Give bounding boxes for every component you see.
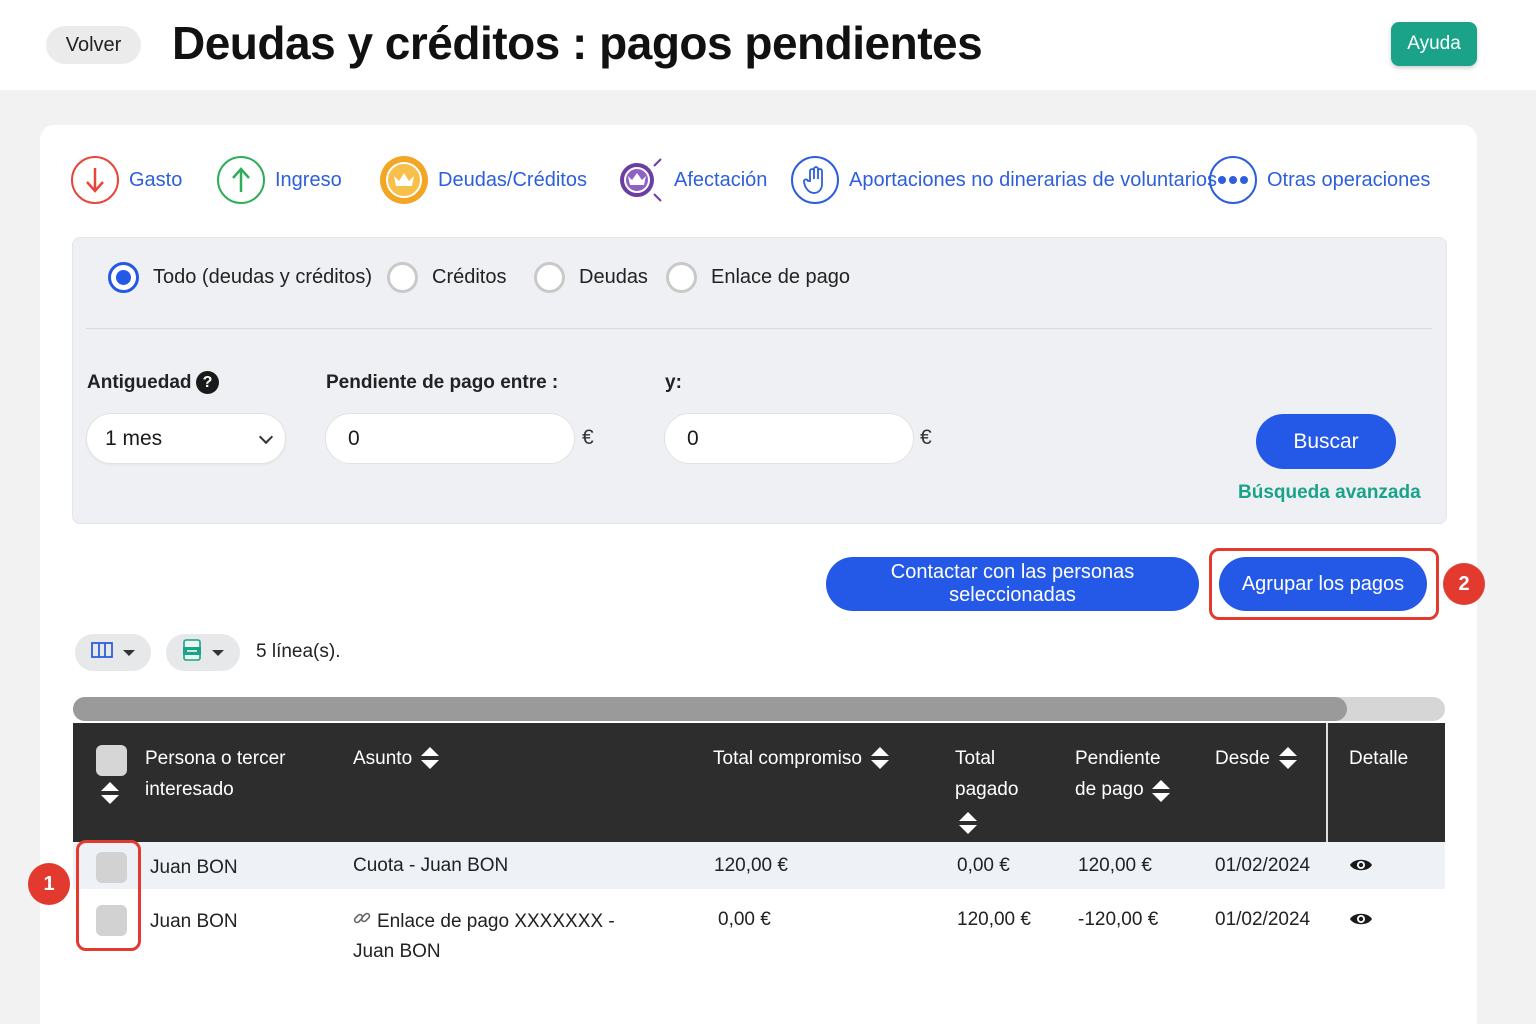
cell-subject: Enlace de pago XXXXXXX - Juan BON [353, 907, 653, 967]
tab-label: Aportaciones no dinerarias de voluntario… [849, 168, 1217, 191]
step-badge-2: 2 [1443, 563, 1485, 605]
cell-person: Juan BON [150, 857, 238, 878]
radio-enlace-de-pago[interactable]: Enlace de pago [666, 258, 850, 296]
tab-label: Gasto [129, 168, 183, 191]
tab-deudas-creditos[interactable]: Deudas/Créditos [380, 155, 587, 205]
more-dots-icon [1209, 156, 1257, 204]
column-header-subject[interactable]: Asunto [353, 743, 440, 774]
tab-label: Afectación [674, 168, 768, 191]
help-button[interactable]: Ayuda [1391, 22, 1477, 66]
tab-aportaciones[interactable]: Aportaciones no dinerarias de voluntario… [791, 155, 1217, 205]
tab-gasto[interactable]: Gasto [71, 155, 182, 205]
search-button[interactable]: Buscar [1256, 414, 1396, 469]
horizontal-scrollbar[interactable] [73, 697, 1445, 721]
link-icon [353, 907, 371, 937]
pending-min-input[interactable]: 0 [325, 413, 575, 464]
radio-button[interactable] [534, 261, 565, 293]
radio-label: Todo (deudas y créditos) [153, 265, 373, 288]
back-button[interactable]: Volver [46, 26, 141, 64]
radio-label: Créditos [432, 265, 507, 288]
tab-label: Deudas/Créditos [438, 168, 587, 191]
sort-icon[interactable] [1278, 746, 1298, 771]
subject-text: Enlace de pago XXXXXXX - Juan BON [353, 911, 615, 963]
arrow-up-icon [217, 156, 265, 204]
step-badge-1: 1 [28, 863, 70, 905]
and-label: y: [665, 372, 682, 393]
sort-icon[interactable] [420, 746, 440, 771]
cell-person: Juan BON [150, 911, 238, 932]
radio-todo[interactable]: Todo (deudas y créditos) [108, 258, 372, 296]
tab-label: Ingreso [275, 168, 342, 191]
columns-menu[interactable] [75, 634, 151, 671]
cell-since: 01/02/2024 [1215, 855, 1311, 876]
radio-creditos[interactable]: Créditos [387, 258, 506, 296]
column-header-label: Desde [1215, 748, 1270, 769]
spreadsheet-icon [182, 639, 202, 666]
column-header-detail: Detalle [1349, 748, 1409, 769]
column-header-label: Asunto [353, 748, 413, 769]
page-title: Deudas y créditos : pagos pendientes [172, 17, 983, 69]
export-menu[interactable] [166, 634, 240, 671]
radio-deudas[interactable]: Deudas [534, 258, 648, 296]
cell-since: 01/02/2024 [1215, 909, 1311, 930]
crown-arrows-icon [616, 156, 664, 204]
eye-icon[interactable] [1349, 911, 1373, 927]
pending-min-value: 0 [348, 426, 360, 450]
contact-selected-button[interactable]: Contactar con las personas seleccionadas [826, 557, 1199, 611]
age-select[interactable]: 1 mes [86, 413, 286, 464]
radio-label: Enlace de pago [711, 265, 851, 288]
currency-symbol: € [920, 426, 932, 449]
sort-paid-icon[interactable] [958, 808, 978, 839]
currency-symbol: € [582, 426, 594, 449]
hand-icon [791, 156, 839, 204]
crown-icon [380, 156, 428, 204]
age-label: Antiguedad [87, 372, 192, 393]
caret-down-icon [212, 649, 224, 656]
divider [86, 328, 1432, 329]
help-question-icon[interactable]: ? [196, 371, 219, 394]
column-header-total[interactable]: Total compromiso [713, 743, 890, 774]
pending-between-label: Pendiente de pago entre : [326, 372, 559, 393]
highlight-box-checkboxes [76, 840, 141, 951]
radio-button[interactable] [108, 261, 139, 293]
tab-ingreso[interactable]: Ingreso [217, 155, 342, 205]
pending-max-input[interactable]: 0 [664, 413, 914, 464]
cell-paid: 0,00 € [957, 855, 1010, 876]
highlight-box-group [1209, 548, 1439, 620]
radio-label: Deudas [579, 265, 648, 288]
caret-down-icon [123, 649, 135, 656]
column-header-label: Total compromiso [713, 748, 862, 769]
columns-icon [91, 642, 113, 663]
tab-label: Otras operaciones [1267, 168, 1431, 191]
arrow-down-icon [71, 156, 119, 204]
sort-person-icon[interactable] [100, 778, 120, 809]
cell-subject: Cuota - Juan BON [353, 855, 509, 876]
scrollbar-thumb[interactable] [73, 697, 1347, 721]
cell-pending: -120,00 € [1078, 909, 1159, 930]
radio-button[interactable] [387, 261, 418, 293]
column-header-paid: Total pagado [955, 748, 1019, 800]
advanced-search-link[interactable]: Búsqueda avanzada [1238, 482, 1421, 504]
cell-total: 0,00 € [718, 909, 771, 930]
cell-pending: 120,00 € [1078, 855, 1152, 876]
tab-afectacion[interactable]: Afectación [616, 155, 767, 205]
select-all-checkbox[interactable] [96, 745, 127, 776]
cell-total: 120,00 € [714, 855, 788, 876]
cell-paid: 120,00 € [957, 909, 1031, 930]
eye-icon[interactable] [1349, 857, 1373, 873]
column-header-since[interactable]: Desde [1215, 743, 1298, 774]
lines-count: 5 línea(s). [256, 641, 341, 662]
chevron-down-icon [258, 429, 274, 445]
tab-otras-operaciones[interactable]: Otras operaciones [1209, 155, 1430, 205]
age-select-value: 1 mes [105, 426, 163, 450]
radio-button[interactable] [666, 261, 697, 293]
sort-icon[interactable] [870, 746, 890, 771]
sort-pending-icon[interactable] [1143, 776, 1171, 807]
column-header-person: Persona o tercer interesado [145, 748, 286, 800]
pending-max-value: 0 [687, 426, 699, 450]
